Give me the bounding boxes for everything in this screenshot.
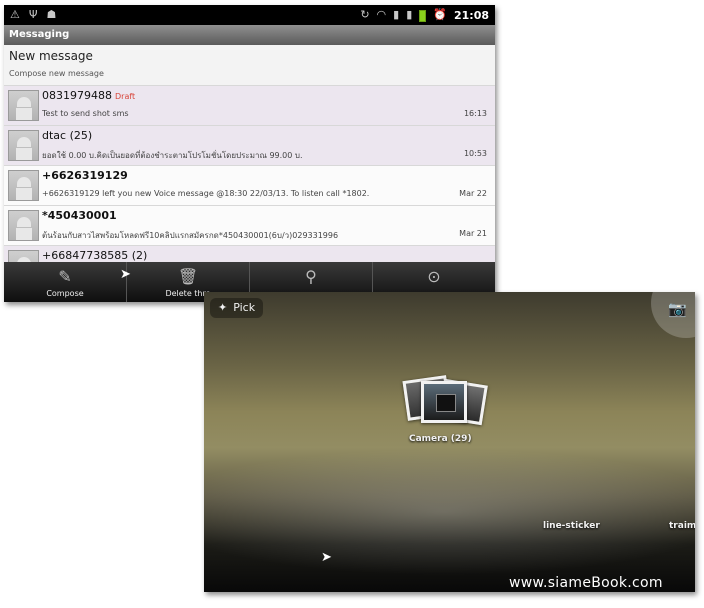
avatar xyxy=(8,130,39,161)
compose-button[interactable]: ✎ Compose xyxy=(4,262,127,302)
conversation-item[interactable]: 0831979488 Draft Test to send shot sms 16… xyxy=(4,85,495,125)
conversation-sender: dtac (25) xyxy=(42,129,93,142)
album-label[interactable]: line-sticker xyxy=(543,521,600,531)
compose-label: Compose xyxy=(46,289,84,298)
conversation-list: 0831979488 Draft Test to send shot sms 16… xyxy=(4,85,495,285)
camera-button[interactable]: 📷 xyxy=(651,292,695,338)
compose-icon: ✎ xyxy=(58,267,72,286)
sync-icon: ↻ xyxy=(360,8,370,21)
conversation-item[interactable]: +6626319129 +6626319129 left you new Voi… xyxy=(4,165,495,205)
mouse-cursor-icon: ➤ xyxy=(321,550,332,565)
conversation-snippet: ยอดใช้ 0.00 บ.คิดเป็นยอดที่ต้องชำระตามโป… xyxy=(42,151,303,160)
draft-label: Draft xyxy=(115,92,136,101)
status-time: 21:08 xyxy=(453,8,489,22)
mouse-cursor-icon: ➤ xyxy=(120,267,131,282)
new-message-title: New message xyxy=(9,49,93,63)
conversation-snippet: ต้นร้อนกับสาวไสพร้อมโหลดฟรี10คลิปแรกสมัค… xyxy=(42,231,339,240)
conversation-date: 10:53 xyxy=(463,149,487,158)
pick-icon: ✦ xyxy=(218,301,228,314)
usb-icon: Ψ xyxy=(28,8,38,21)
conversation-date: Mar 22 xyxy=(459,189,487,198)
conversation-sender: 0831979488 Draft xyxy=(42,89,136,102)
conversation-sender: +6626319129 xyxy=(42,169,128,182)
album-thumbnail xyxy=(421,381,467,423)
app-title: Messaging xyxy=(4,25,495,45)
album-label[interactable]: traim xyxy=(669,521,695,531)
avatar xyxy=(8,170,39,201)
trash-icon: 🗑 xyxy=(177,267,199,286)
messaging-screen: ⚠ Ψ ☗ ↻ ◠ ▮ ▮ ⏰ 21:08 Messaging New mess… xyxy=(4,5,495,302)
pick-label: Pick xyxy=(233,301,256,314)
wifi-icon: ◠ xyxy=(376,8,387,21)
alarm-icon: ⏰ xyxy=(433,8,447,21)
camera-icon: 📷 xyxy=(668,300,687,318)
warning-icon: ⚠ xyxy=(10,8,20,21)
avatar xyxy=(8,210,39,241)
conversation-sender: *450430001 xyxy=(42,209,117,222)
new-message-subtitle: Compose new message xyxy=(9,69,104,78)
conversation-date: 16:13 xyxy=(463,109,487,118)
conversation-sender: +66847738585 (2) xyxy=(42,249,148,262)
settings-icon: ⊙ xyxy=(427,267,441,286)
album-camera[interactable] xyxy=(401,374,491,434)
avatar xyxy=(8,90,39,121)
battery-icon xyxy=(419,9,427,22)
search-icon: ⚲ xyxy=(305,267,317,286)
signal-icon: ▮ xyxy=(393,8,400,21)
new-message-item[interactable]: New message Compose new message xyxy=(4,45,495,85)
android-debug-icon: ☗ xyxy=(46,8,57,21)
watermark: www.siameBook.com xyxy=(509,575,663,591)
conversation-item[interactable]: *450430001 ต้นร้อนกับสาวไสพร้อมโหลดฟรี10… xyxy=(4,205,495,245)
conversation-snippet: +6626319129 left you new Voice message @… xyxy=(42,189,370,198)
pick-button[interactable]: ✦ Pick xyxy=(210,298,264,318)
conversation-snippet: Test to send shot sms xyxy=(42,109,129,118)
conversation-date: Mar 21 xyxy=(459,229,487,238)
album-label[interactable]: Camera (29) xyxy=(409,434,472,444)
conversation-item[interactable]: dtac (25) ยอดใช้ 0.00 บ.คิดเป็นยอดที่ต้อ… xyxy=(4,125,495,165)
gallery-screen: ✦ Pick 📷 Camera (29) line-sticker traim … xyxy=(204,292,695,592)
status-bar: ⚠ Ψ ☗ ↻ ◠ ▮ ▮ ⏰ 21:08 xyxy=(4,5,495,25)
signal-icon: ▮ xyxy=(406,8,413,21)
